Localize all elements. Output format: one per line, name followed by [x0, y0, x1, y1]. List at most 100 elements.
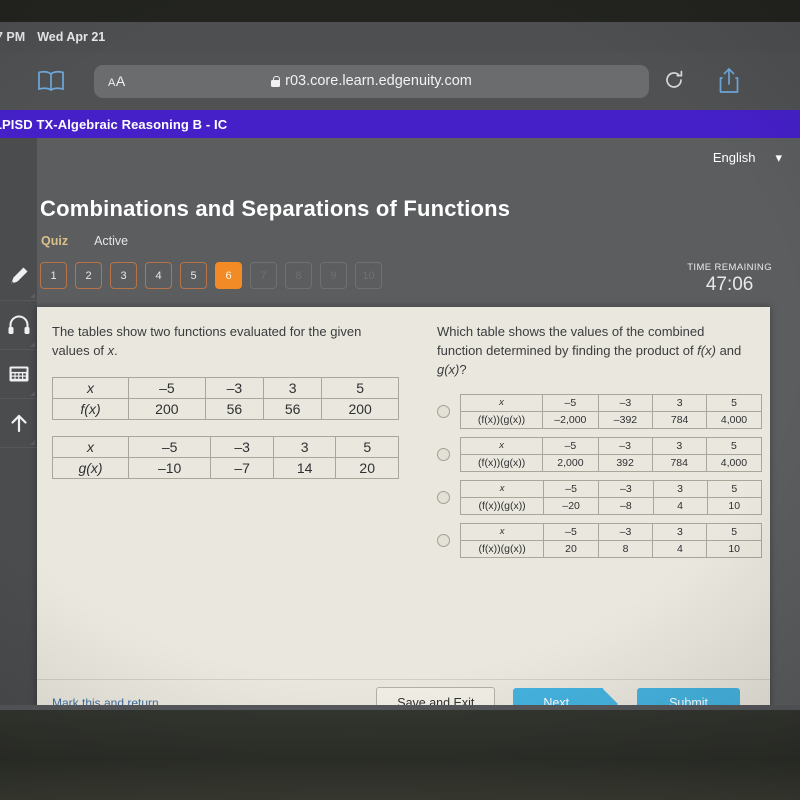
answer-choice[interactable]: x –5 –3 3 5 (f(x))(g(x)) –2,000 –392 784 4,000 — [437, 393, 762, 429]
table-row: x –5 –3 3 5 — [459, 436, 763, 455]
cell-product-value: 10 — [706, 539, 762, 558]
text-size-button[interactable]: AA — [108, 73, 126, 89]
row-label-x: x — [52, 376, 129, 399]
cell-x-value: 5 — [706, 479, 763, 498]
highlighter-icon[interactable] — [0, 252, 37, 301]
prompt-gx: g(x) — [437, 361, 460, 377]
table-row: x –5 –3 3 5 — [52, 435, 399, 458]
question-nav[interactable]: 1 2 3 4 5 6 7 8 9 10 — [40, 262, 382, 289]
cell-product-value: 4,000 — [706, 410, 762, 429]
cell-x-value: –3 — [597, 436, 653, 455]
book-icon[interactable] — [36, 69, 66, 93]
cell-fn-value: 20 — [335, 456, 399, 479]
question-nav-item-8[interactable]: 8 — [285, 262, 312, 289]
row-label-product: (f(x))(g(x)) — [459, 496, 545, 515]
question-nav-item-7[interactable]: 7 — [250, 262, 277, 289]
answer-table: x –5 –3 3 5 (f(x))(g(x)) –20 –8 4 10 — [459, 479, 763, 515]
table-row: x –5 –3 3 5 — [459, 393, 762, 412]
language-selector[interactable]: English ▾ — [713, 150, 782, 165]
row-label-product: (f(x))(g(x)) — [459, 453, 544, 472]
table-row: (f(x))(g(x)) 2,000 392 784 4,000 — [459, 453, 763, 472]
answer-column: Which table shows the values of the comb… — [437, 323, 763, 566]
question-stem-column: The tables show two functions evaluated … — [52, 323, 422, 479]
cell-fn-value: 14 — [272, 456, 337, 479]
question-nav-item-10[interactable]: 10 — [355, 262, 382, 289]
table-row: x –5 –3 3 5 — [52, 376, 399, 399]
share-icon[interactable] — [717, 67, 743, 95]
question-nav-item-1[interactable]: 1 — [40, 262, 67, 289]
activity-kind: Quiz — [41, 234, 69, 248]
prompt-fx: f(x) — [697, 342, 716, 358]
answer-choice[interactable]: x –5 –3 3 5 (f(x))(g(x)) 20 8 4 10 — [437, 522, 762, 558]
radio-button[interactable] — [437, 533, 450, 547]
reload-icon[interactable] — [663, 69, 687, 93]
cell-fn-value: 200 — [128, 397, 206, 420]
course-title-bar: LPISD TX-Algebraic Reasoning B - IC — [0, 110, 800, 138]
cell-fn-value: –7 — [210, 456, 274, 479]
table-row: (f(x))(g(x)) –20 –8 4 10 — [459, 496, 763, 515]
cell-x-value: 3 — [652, 393, 708, 412]
time-remaining-value: 47:06 — [705, 274, 754, 295]
cell-fn-value: 56 — [262, 397, 323, 420]
cell-x-value: –5 — [542, 393, 599, 412]
stem-line-1: The tables show two functions evaluated … — [52, 324, 362, 339]
radio-button[interactable] — [437, 404, 450, 418]
question-nav-item-2[interactable]: 2 — [75, 262, 102, 289]
cell-x-value: –3 — [598, 479, 654, 498]
cell-fn-value: –10 — [127, 456, 212, 479]
cell-product-value: 784 — [651, 453, 707, 472]
cell-product-value: 20 — [543, 539, 599, 558]
chevron-down-icon: ▾ — [775, 150, 782, 165]
cell-product-value: 784 — [652, 410, 708, 429]
lock-icon — [271, 75, 281, 87]
tool-rail — [0, 138, 37, 710]
arrow-up-icon[interactable] — [0, 399, 37, 448]
stem-line-2: values of — [52, 342, 108, 358]
cell-product-value: 4,000 — [705, 453, 763, 472]
answer-table: x –5 –3 3 5 (f(x))(g(x)) 20 8 4 10 — [459, 522, 762, 558]
page-title: Combinations and Separations of Function… — [40, 196, 511, 221]
question-nav-item-5[interactable]: 5 — [180, 262, 207, 289]
question-prompt: Which table shows the values of the comb… — [437, 323, 757, 380]
cell-x-value: –5 — [543, 522, 599, 541]
answer-choice[interactable]: x –5 –3 3 5 (f(x))(g(x)) 2,000 392 784 4,000 — [437, 436, 763, 472]
question-nav-item-9[interactable]: 9 — [320, 262, 347, 289]
cell-product-value: –8 — [598, 496, 654, 515]
answer-table: x –5 –3 3 5 (f(x))(g(x)) 2,000 392 784 4,000 — [459, 436, 763, 472]
calculator-icon[interactable] — [0, 350, 37, 399]
row-label-x: x — [459, 522, 545, 541]
cell-fn-value: 56 — [204, 397, 264, 420]
radio-button[interactable] — [437, 490, 450, 504]
row-label-x: x — [459, 479, 545, 498]
question-nav-item-3[interactable]: 3 — [110, 262, 137, 289]
row-label-fn: f(x) — [52, 397, 129, 420]
cell-product-value: 2,000 — [542, 453, 599, 472]
function-table: x –5 –3 3 5 g(x) –10 –7 14 20 — [52, 435, 399, 479]
course-title: LPISD TX-Algebraic Reasoning B - IC — [0, 116, 228, 132]
headphones-icon[interactable] — [0, 301, 37, 350]
answer-choice[interactable]: x –5 –3 3 5 (f(x))(g(x)) –20 –8 4 10 — [437, 479, 763, 515]
function-table: x –5 –3 3 5 f(x) 200 56 56 200 — [52, 376, 399, 420]
row-label-product: (f(x))(g(x)) — [459, 539, 545, 558]
prompt-line-1: Which table shows the values of the comb… — [437, 324, 705, 339]
photo-of-tablet-screen: 7 PM Wed Apr 21 AA r03.core.learn.edgenu… — [0, 0, 800, 800]
question-card-body: The tables show two functions evaluated … — [37, 307, 770, 679]
cell-x-value: –3 — [204, 376, 264, 399]
address-bar[interactable]: AA r03.core.learn.edgenuity.com — [94, 64, 649, 98]
url-text: r03.core.learn.edgenuity.com — [94, 73, 649, 89]
row-label-x: x — [52, 435, 129, 458]
cell-x-value: –3 — [210, 435, 274, 458]
cell-product-value: –2,000 — [542, 410, 599, 429]
table-row: (f(x))(g(x)) 20 8 4 10 — [459, 539, 762, 558]
question-nav-item-4[interactable]: 4 — [145, 262, 172, 289]
desk-surface — [0, 710, 800, 800]
row-label-x: x — [459, 393, 544, 412]
answer-choices[interactable]: x –5 –3 3 5 (f(x))(g(x)) –2,000 –392 784 4,000 x –5… — [437, 393, 763, 558]
cell-x-value: 3 — [652, 479, 708, 498]
question-nav-item-6[interactable]: 6 — [215, 262, 242, 289]
cell-product-value: –392 — [597, 410, 654, 429]
radio-button[interactable] — [437, 447, 450, 461]
cell-x-value: 5 — [705, 436, 763, 455]
cell-product-value: 392 — [597, 453, 653, 472]
row-label-x: x — [459, 436, 544, 455]
